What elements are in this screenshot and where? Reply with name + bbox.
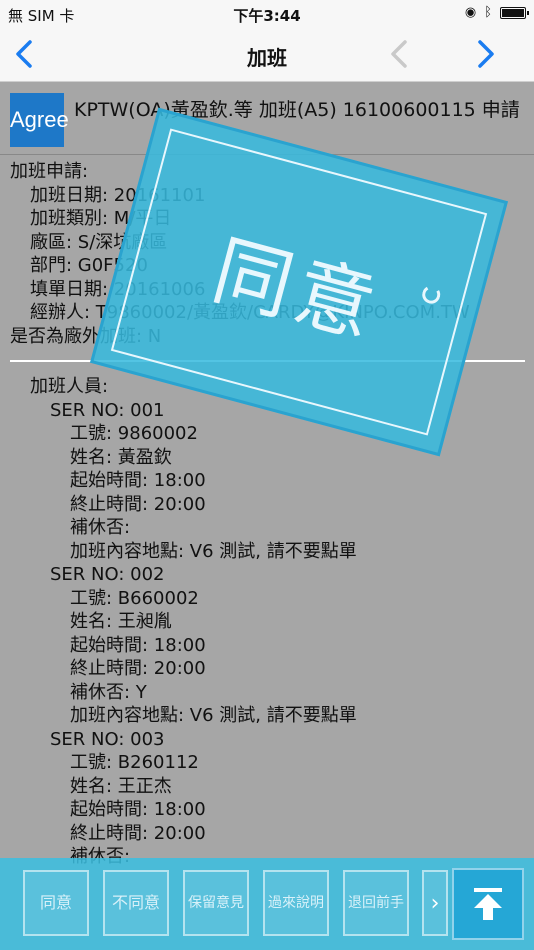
arrow-to-top-icon bbox=[474, 888, 502, 920]
employee-id: 工號: B660002 bbox=[70, 587, 199, 609]
chevron-right-icon: › bbox=[430, 890, 440, 916]
start-time: 起始時間: 18:00 bbox=[70, 634, 206, 656]
document-subject: KPTW(OA)黃盈欽.等 加班(A5) 16100600115 申請 bbox=[74, 99, 520, 121]
employee-name: 姓名: 黃盈欽 bbox=[70, 446, 172, 468]
comp-leave: 補休否: bbox=[70, 517, 131, 538]
agree-button[interactable]: 同意 bbox=[23, 870, 89, 936]
return-previous-button[interactable]: 退回前手 bbox=[343, 870, 409, 936]
start-time: 起始時間: 18:00 bbox=[70, 799, 206, 820]
reserve-opinion-button[interactable]: 保留意見 bbox=[183, 870, 249, 936]
comp-leave: 補休否: Y bbox=[70, 681, 147, 703]
come-explain-button[interactable]: 過來說明 bbox=[263, 870, 329, 936]
employee-id: 工號: B260112 bbox=[70, 752, 199, 773]
end-time: 終止時間: 20:00 bbox=[70, 822, 206, 844]
end-time: 終止時間: 20:00 bbox=[70, 658, 206, 679]
page-title: 加班 bbox=[247, 46, 287, 70]
chevron-right-icon bbox=[478, 40, 494, 68]
navigation-bar: 加班 bbox=[0, 30, 534, 82]
next-item-button[interactable] bbox=[470, 38, 500, 70]
scroll-to-top-button[interactable] bbox=[452, 868, 524, 940]
ser-no: SER NO: 003 bbox=[50, 728, 165, 750]
chevron-left-icon bbox=[391, 40, 407, 68]
clock: 下午3:44 bbox=[233, 7, 301, 25]
bluetooth-icon: ᛒ bbox=[484, 5, 492, 20]
orientation-lock-icon: ◉ bbox=[464, 5, 477, 20]
end-time: 終止時間: 20:00 bbox=[70, 493, 206, 515]
overtime-content: 加班內容地點: V6 測試, 請不要點單 bbox=[70, 540, 357, 562]
disagree-button[interactable]: 不同意 bbox=[103, 870, 169, 936]
agree-logo: Agree bbox=[10, 93, 69, 147]
action-toolbar: 同意 不同意 保留意見 過來說明 退回前手 › bbox=[0, 858, 534, 950]
employee-name: 姓名: 王正杰 bbox=[70, 775, 172, 797]
status-icons: ◉ ᛒ bbox=[464, 5, 529, 20]
status-bar: 無 SIM 卡 下午3:44 ◉ ᛒ bbox=[0, 0, 534, 30]
employee-name: 姓名: 王昶胤 bbox=[70, 611, 172, 632]
start-time: 起始時間: 18:00 bbox=[70, 470, 206, 491]
more-actions-button[interactable]: › bbox=[422, 870, 448, 936]
battery-icon bbox=[500, 6, 529, 19]
ser-no: SER NO: 002 bbox=[50, 564, 165, 585]
previous-item-button[interactable] bbox=[385, 38, 415, 70]
overtime-content: 加班內容地點: V6 測試, 請不要點單 bbox=[70, 705, 357, 726]
